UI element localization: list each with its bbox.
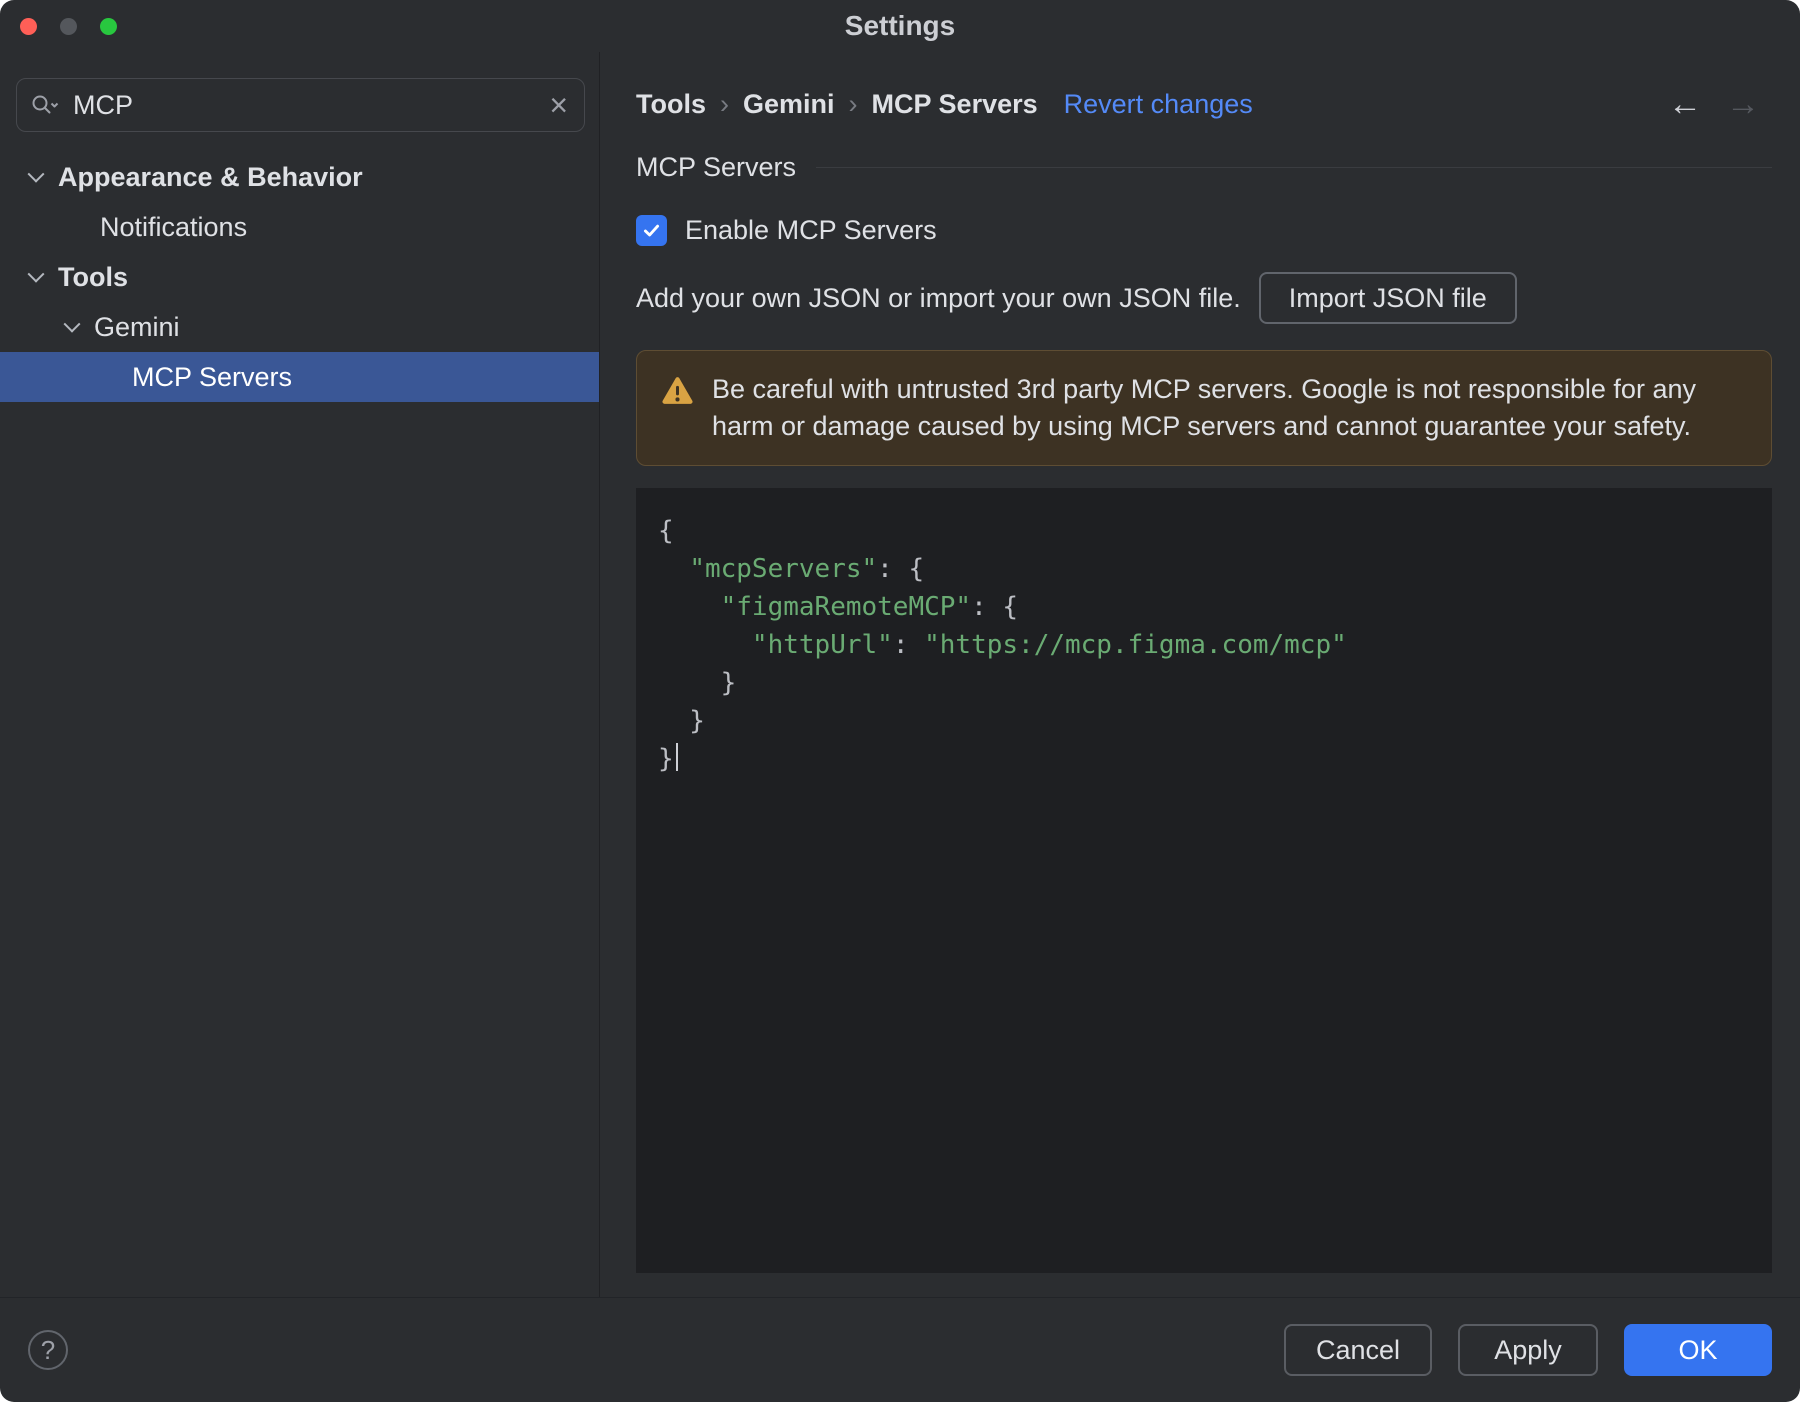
sidebar-item-label: Tools bbox=[58, 261, 128, 292]
mcp-json-editor[interactable]: { "mcpServers": { "figmaRemoteMCP": { "h… bbox=[636, 488, 1772, 1273]
close-window-button[interactable] bbox=[20, 17, 37, 35]
footer: ? Cancel Apply OK bbox=[0, 1297, 1800, 1402]
import-json-file-button[interactable]: Import JSON file bbox=[1258, 272, 1517, 324]
sidebar-item-mcp-servers[interactable]: MCP Servers bbox=[0, 352, 599, 402]
settings-sidebar: × Appearance & Behavior Notifications To… bbox=[0, 52, 600, 1297]
breadcrumb: Tools › Gemini › MCP Servers Revert chan… bbox=[636, 80, 1772, 128]
section-header: MCP Servers bbox=[636, 152, 1772, 183]
settings-content: Tools › Gemini › MCP Servers Revert chan… bbox=[600, 52, 1800, 1297]
search-box: × bbox=[16, 78, 585, 132]
settings-tree: Appearance & Behavior Notifications Tool… bbox=[0, 152, 599, 402]
sidebar-item-notifications[interactable]: Notifications bbox=[0, 202, 599, 252]
main-area: × Appearance & Behavior Notifications To… bbox=[0, 52, 1800, 1297]
ok-button[interactable]: OK bbox=[1624, 1324, 1772, 1376]
breadcrumb-item-mcp-servers[interactable]: MCP Servers bbox=[872, 89, 1038, 120]
sidebar-item-label: Gemini bbox=[94, 311, 180, 342]
clear-search-icon[interactable]: × bbox=[549, 89, 568, 121]
traffic-lights bbox=[20, 0, 117, 52]
sidebar-item-label: Notifications bbox=[100, 211, 248, 242]
breadcrumb-item-gemini[interactable]: Gemini bbox=[743, 89, 835, 120]
settings-window: Settings × Appearance & Behavior bbox=[0, 0, 1800, 1402]
import-json-text: Add your own JSON or import your own JSO… bbox=[636, 282, 1241, 313]
code-content: { "mcpServers": { "figmaRemoteMCP": { "h… bbox=[658, 516, 1347, 774]
sidebar-item-tools[interactable]: Tools bbox=[0, 252, 599, 302]
help-icon[interactable]: ? bbox=[28, 1330, 68, 1370]
breadcrumb-item-tools[interactable]: Tools bbox=[636, 89, 706, 120]
window-title: Settings bbox=[844, 10, 956, 41]
sidebar-item-label: MCP Servers bbox=[132, 361, 293, 392]
sidebar-item-gemini[interactable]: Gemini bbox=[0, 302, 599, 352]
import-json-row: Add your own JSON or import your own JSO… bbox=[636, 272, 1772, 324]
apply-button[interactable]: Apply bbox=[1458, 1324, 1598, 1376]
back-arrow-icon[interactable]: ← bbox=[1656, 87, 1714, 121]
enable-mcp-label[interactable]: Enable MCP Servers bbox=[685, 215, 937, 246]
breadcrumb-separator: › bbox=[848, 88, 858, 119]
warning-text: Be careful with untrusted 3rd party MCP … bbox=[712, 374, 1696, 441]
breadcrumb-separator: › bbox=[720, 88, 729, 119]
forward-arrow-icon[interactable]: → bbox=[1714, 87, 1772, 121]
zoom-window-button[interactable] bbox=[100, 17, 117, 35]
minimize-window-button[interactable] bbox=[60, 17, 77, 35]
enable-mcp-checkbox[interactable] bbox=[636, 215, 667, 246]
section-divider bbox=[816, 167, 1772, 168]
search-input[interactable] bbox=[71, 88, 538, 122]
titlebar: Settings bbox=[0, 0, 1800, 52]
chevron-down-icon[interactable] bbox=[63, 315, 81, 333]
sidebar-item-label: Appearance & Behavior bbox=[58, 161, 363, 192]
search-icon[interactable] bbox=[31, 93, 59, 117]
revert-changes-link[interactable]: Revert changes bbox=[1064, 89, 1253, 120]
checkmark-icon bbox=[643, 224, 660, 237]
sidebar-item-appearance-behavior[interactable]: Appearance & Behavior bbox=[0, 152, 599, 202]
chevron-down-icon[interactable] bbox=[27, 265, 45, 283]
chevron-down-icon[interactable] bbox=[27, 165, 45, 183]
section-title: MCP Servers bbox=[636, 152, 797, 182]
cancel-button[interactable]: Cancel bbox=[1283, 1324, 1432, 1376]
warning-triangle-icon bbox=[661, 376, 694, 411]
warning-banner: Be careful with untrusted 3rd party MCP … bbox=[636, 350, 1772, 466]
enable-mcp-row: Enable MCP Servers bbox=[636, 215, 1772, 246]
